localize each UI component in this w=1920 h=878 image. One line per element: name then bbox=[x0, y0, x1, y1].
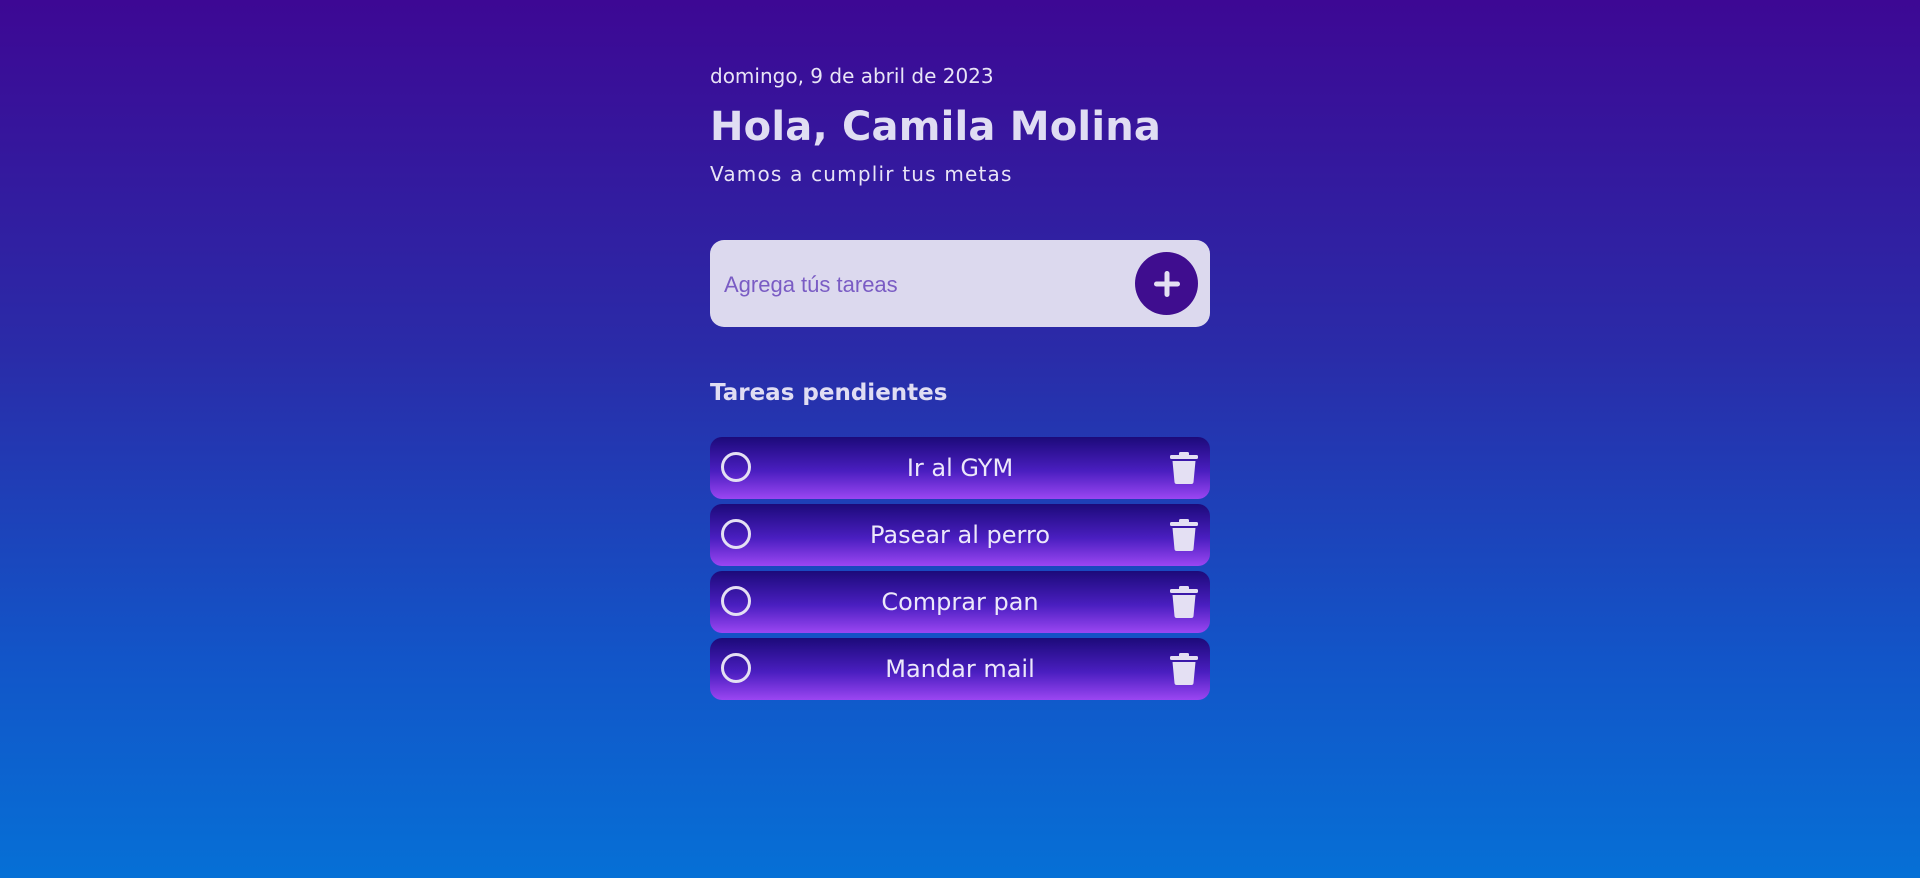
task-label: Comprar pan bbox=[881, 588, 1039, 616]
task-input[interactable] bbox=[722, 264, 1126, 306]
add-task-button[interactable] bbox=[1135, 252, 1198, 315]
task-item: Ir al GYM bbox=[710, 437, 1210, 499]
circle-check-icon[interactable] bbox=[721, 452, 751, 482]
trash-icon[interactable] bbox=[1169, 451, 1199, 485]
task-item: Pasear al perro bbox=[710, 504, 1210, 566]
plus-icon bbox=[1153, 270, 1180, 297]
page-subtitle: Vamos a cumplir tus metas bbox=[710, 162, 1013, 186]
page-title: Hola, Camila Molina bbox=[710, 104, 1162, 150]
circle-check-icon[interactable] bbox=[721, 653, 751, 683]
task-list: Ir al GYM Pasear al perro Comprar pan Ma… bbox=[710, 437, 1210, 705]
circle-check-icon[interactable] bbox=[721, 519, 751, 549]
task-label: Pasear al perro bbox=[869, 521, 1051, 549]
pending-tasks-title: Tareas pendientes bbox=[710, 380, 948, 406]
trash-icon[interactable] bbox=[1169, 652, 1199, 686]
task-label: Mandar mail bbox=[885, 655, 1035, 683]
add-task-form bbox=[710, 240, 1210, 327]
current-date: domingo, 9 de abril de 2023 bbox=[710, 64, 994, 88]
task-item: Mandar mail bbox=[710, 638, 1210, 700]
task-label: Ir al GYM bbox=[906, 454, 1014, 482]
circle-check-icon[interactable] bbox=[721, 586, 751, 616]
trash-icon[interactable] bbox=[1169, 585, 1199, 619]
task-item: Comprar pan bbox=[710, 571, 1210, 633]
trash-icon[interactable] bbox=[1169, 518, 1199, 552]
